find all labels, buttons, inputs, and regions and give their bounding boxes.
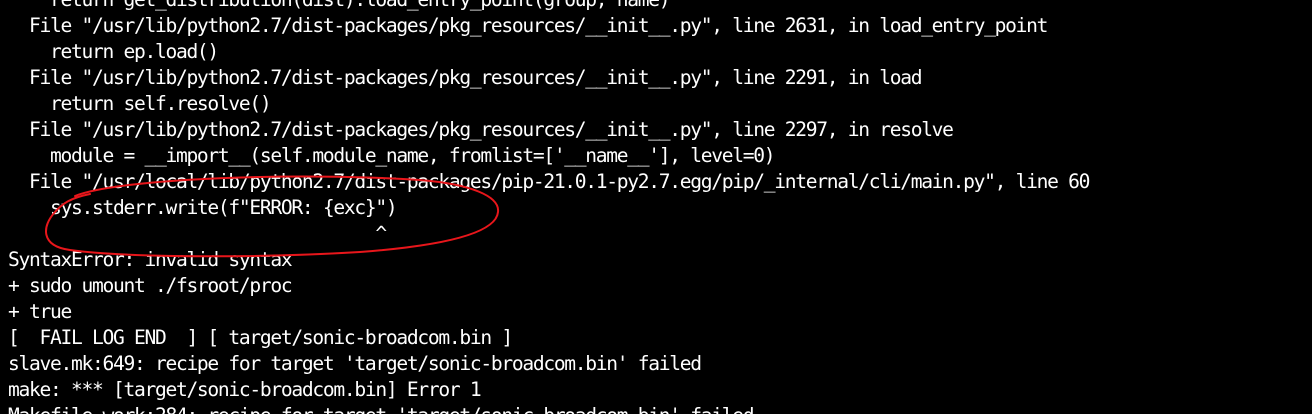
terminal-window[interactable]: return get_distribution(dist).load_entry… bbox=[0, 0, 1312, 414]
terminal-line: + sudo umount ./fsroot/proc bbox=[8, 274, 293, 297]
terminal-line: [ FAIL LOG END ] [ target/sonic-broadcom… bbox=[8, 326, 513, 349]
terminal-line-caret: ^ bbox=[8, 222, 387, 245]
terminal-line-error: SyntaxError: invalid syntax bbox=[8, 248, 293, 271]
terminal-line: File "/usr/lib/python2.7/dist-packages/p… bbox=[8, 118, 954, 141]
terminal-line: File "/usr/lib/python2.7/dist-packages/p… bbox=[8, 14, 1048, 37]
terminal-line: File "/usr/lib/python2.7/dist-packages/p… bbox=[8, 66, 923, 89]
terminal-line: module = __import__(self.module_name, fr… bbox=[8, 144, 776, 167]
terminal-line: slave.mk:649: recipe for target 'target/… bbox=[8, 352, 702, 375]
terminal-line: return ep.load() bbox=[8, 40, 219, 63]
terminal-line: Makefile.work:284: recipe for target 'ta… bbox=[8, 403, 755, 414]
terminal-line-highlighted: sys.stderr.write(f"ERROR: {exc}") bbox=[8, 196, 398, 219]
terminal-line: + true bbox=[8, 300, 72, 323]
terminal-line: return get_distribution(dist).load_entry… bbox=[8, 0, 671, 13]
terminal-line: File "/usr/local/lib/python2.7/dist-pack… bbox=[8, 170, 1090, 193]
terminal-line: make: *** [target/sonic-broadcom.bin] Er… bbox=[8, 378, 482, 401]
terminal-line: return self.resolve() bbox=[8, 92, 272, 115]
